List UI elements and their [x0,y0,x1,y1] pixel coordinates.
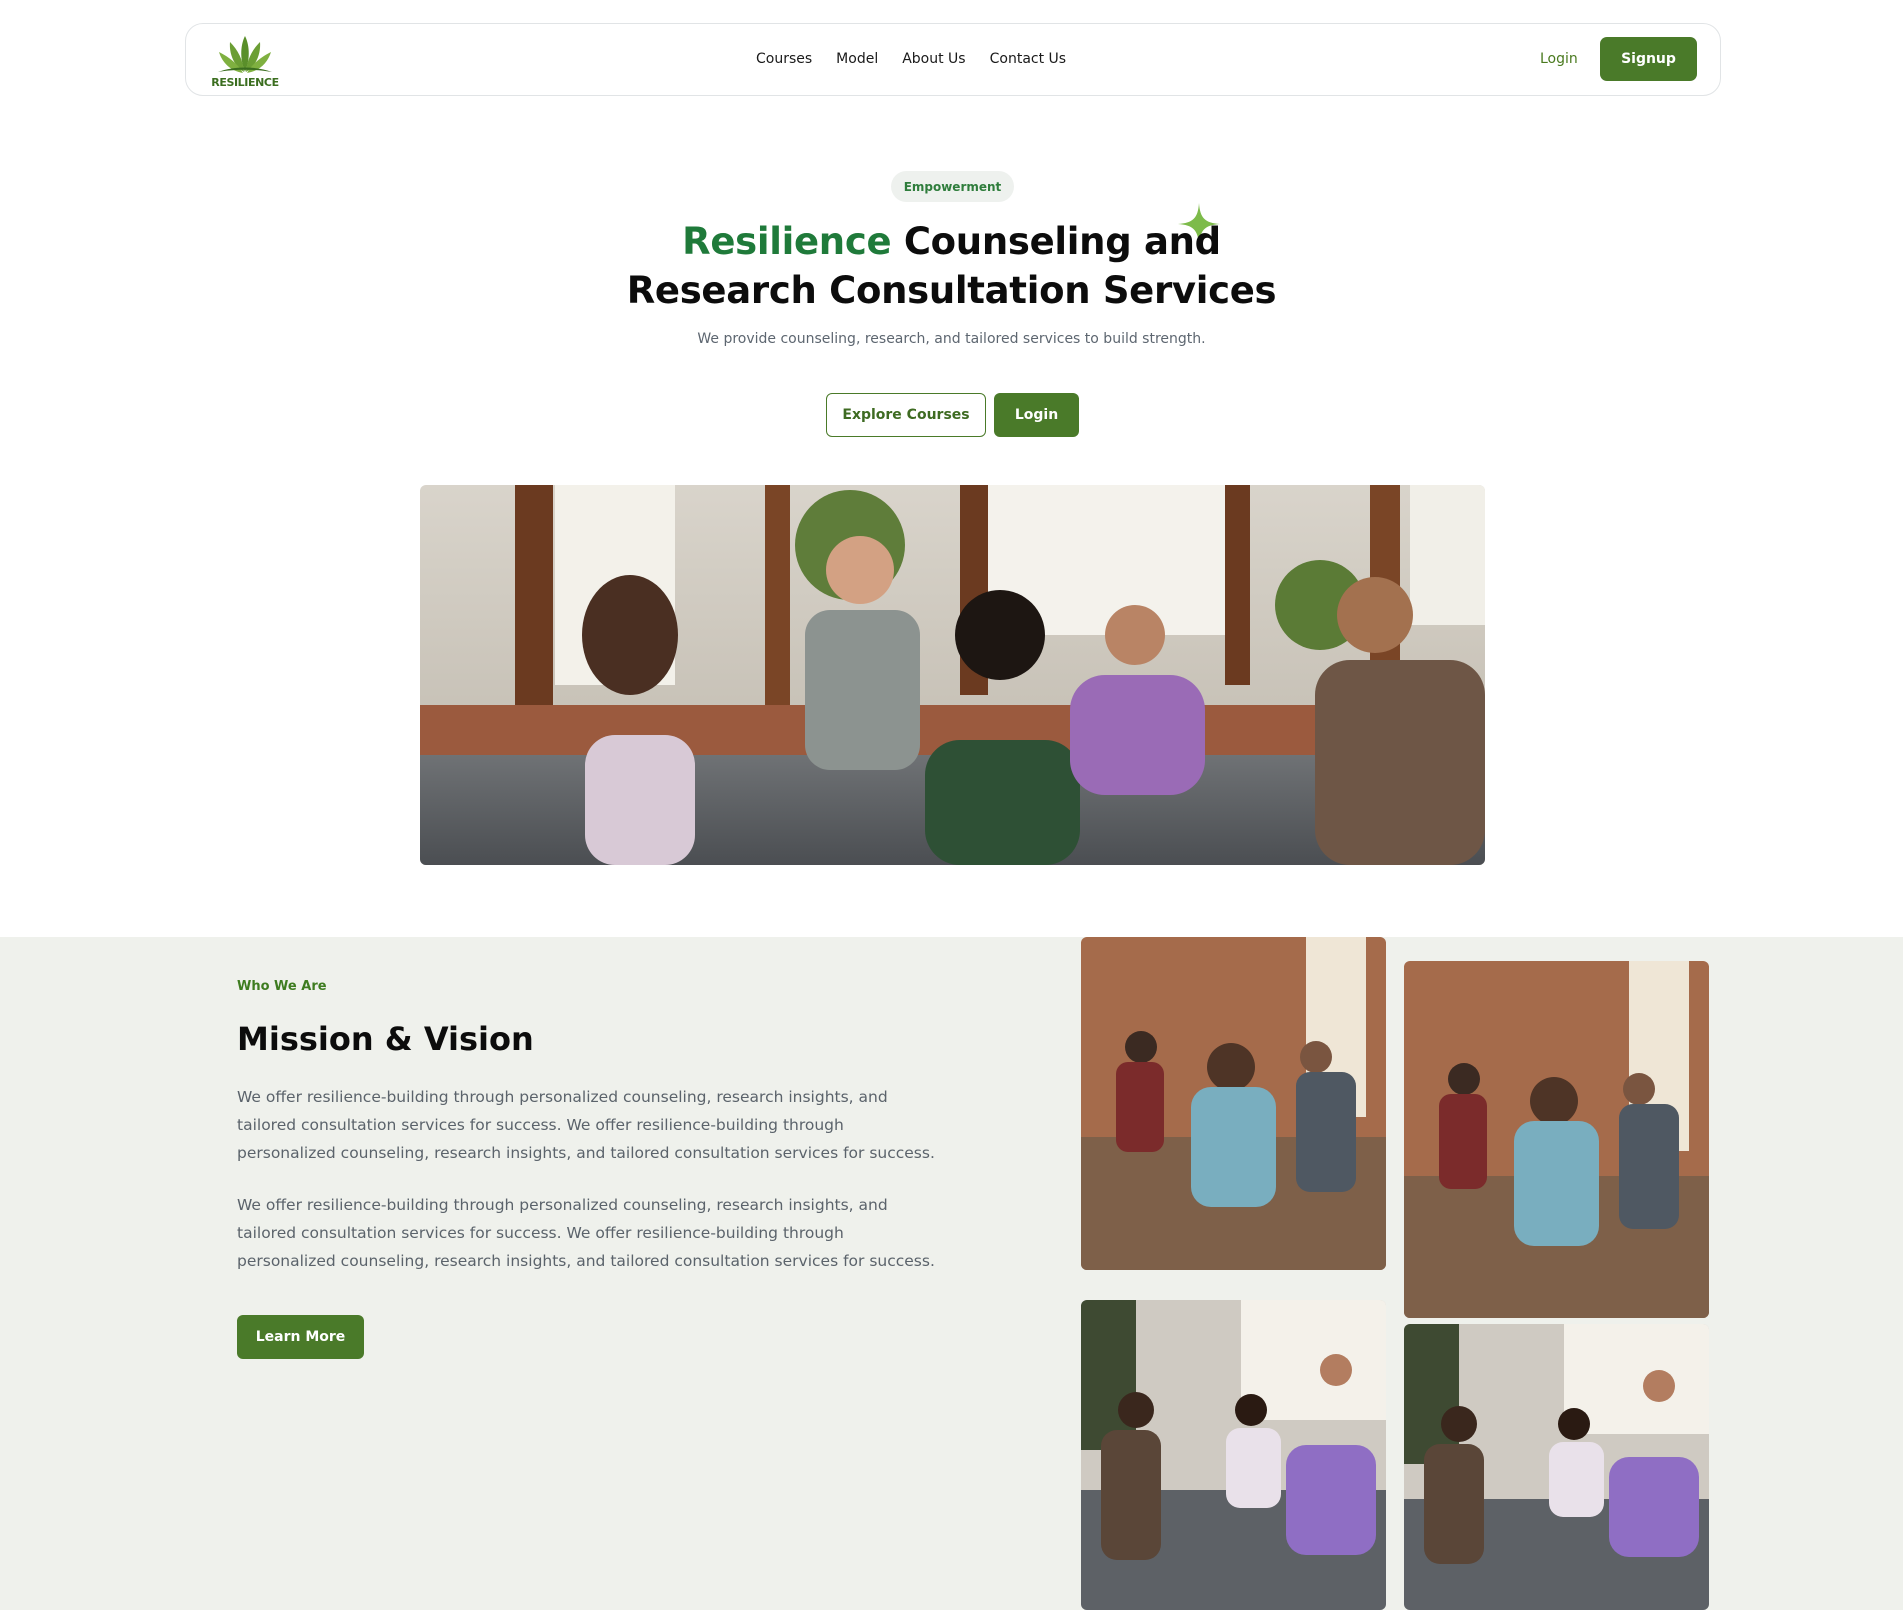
section-eyebrow: Who We Are [237,979,327,994]
hero-title-line2: Research Consultation Services [626,269,1277,312]
hero-subtitle: We provide counseling, research, and tai… [697,331,1206,347]
hero-title-accent: Resilience [682,220,892,263]
group-session-photo [1081,937,1386,1270]
nav-login-link[interactable]: Login [1540,51,1578,67]
nav-links: Courses Model About Us Contact Us [756,51,1066,67]
hero-badge: Empowerment [891,171,1014,202]
nav-link-courses[interactable]: Courses [756,51,812,67]
group-session-photo [1404,1324,1709,1610]
hero-title-line1: Counseling and [891,220,1221,263]
mission-paragraph-1: We offer resilience-building through per… [237,1088,935,1162]
hero-login-button[interactable]: Login [994,393,1079,437]
nav-link-contact-us[interactable]: Contact Us [990,51,1066,67]
nav-link-about-us[interactable]: About Us [902,51,965,67]
hero-title: Resilience Counseling and Research Consu… [560,217,1343,315]
logo[interactable]: RESILIENCE [210,32,280,90]
learn-more-button[interactable]: Learn More [237,1315,364,1359]
logo-text: RESILIENCE [211,76,279,89]
group-session-photo [1081,1300,1386,1610]
explore-courses-button[interactable]: Explore Courses [826,393,986,437]
signup-button[interactable]: Signup [1600,37,1697,81]
hero-group-photo [420,485,1485,865]
group-session-photo [1404,961,1709,1318]
section-title: Mission & Vision [237,1020,534,1058]
lotus-leaf-icon [218,36,272,73]
mission-paragraph-2: We offer resilience-building through per… [237,1196,935,1270]
mission-section: Who We Are Mission & Vision We offer res… [0,937,1903,1610]
navbar: RESILIENCE Courses Model About Us Contac… [185,23,1721,96]
nav-link-model[interactable]: Model [836,51,878,67]
